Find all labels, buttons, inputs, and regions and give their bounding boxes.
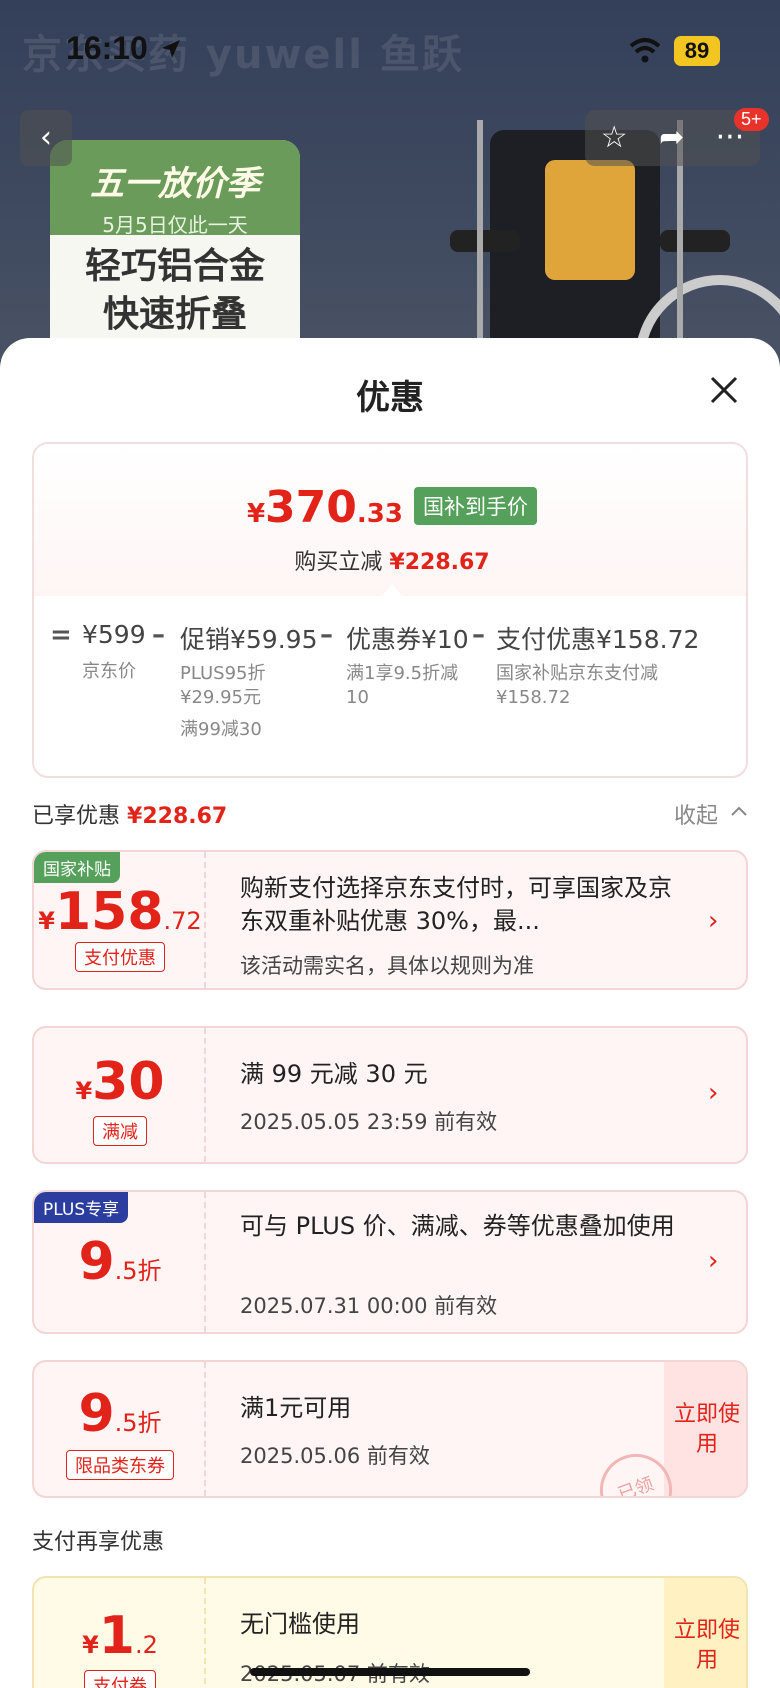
coupon-card-plus[interactable]: PLUS专享 9.5折 可与 PLUS 价、满减、券等优惠叠加使用 2025.0… <box>32 1190 748 1334</box>
breakdown-promotion: 促销¥59.95 <box>180 625 318 654</box>
coupon-amount: ¥1.2 <box>82 1606 158 1666</box>
discount-sheet: 优惠 ¥370.33 国补到手价 购买立减 ¥228.67 = ¥599 京东价… <box>0 338 780 1688</box>
product-banner: 京东买药 yuwell 鱼跃 五一放价季 5月5日仅此一天 轻巧铝合金 快速折叠… <box>0 0 780 360</box>
final-price: ¥370.33 国补到手价 <box>34 482 746 533</box>
coupon-validity: 2025.07.31 00:00 前有效 <box>240 1294 498 1318</box>
use-now-button[interactable]: 立即使用 <box>664 1578 746 1688</box>
collapse-button[interactable]: 收起 <box>674 798 718 830</box>
promo-line-2: 快速折叠 <box>102 294 247 335</box>
breakdown-jd-price: ¥599 <box>82 620 146 649</box>
coupon-kind: 限品类东券 <box>66 1450 174 1480</box>
wifi-icon <box>629 38 661 63</box>
promo-subtitle: 5月5日仅此一天 <box>102 213 248 237</box>
chevron-right-icon[interactable]: › <box>708 906 718 936</box>
coupon-description: 满 99 元减 30 元 <box>240 1060 428 1088</box>
chevron-right-icon[interactable]: › <box>708 1246 718 1276</box>
use-now-button[interactable]: 立即使用 <box>664 1362 746 1496</box>
home-indicator <box>250 1668 530 1676</box>
corner-tag: PLUS专享 <box>34 1192 129 1223</box>
coupon-card-category[interactable]: 9.5折 限品类东券 满1元可用 2025.05.06 前有效 立即使用 已领 <box>32 1360 748 1498</box>
coupon-validity: 2025.05.06 前有效 <box>240 1444 430 1468</box>
coupon-amount: 9.5折 <box>78 1232 162 1292</box>
share-icon[interactable]: ➦ <box>659 110 684 166</box>
coupon-card-payment[interactable]: 国家补贴 ¥158.72 支付优惠 购新支付选择京东支付时，可享国家及京东双重补… <box>32 850 748 990</box>
coupon-description: 无门槛使用 <box>240 1610 360 1638</box>
coupon-card-full-reduction[interactable]: ¥30 满减 满 99 元减 30 元 2025.05.05 23:59 前有效… <box>32 1026 748 1164</box>
star-icon[interactable]: ☆ <box>601 110 628 166</box>
location-arrow-icon <box>162 40 180 58</box>
coupon-kind: 支付优惠 <box>75 942 165 972</box>
coupon-description: 满1元可用 <box>240 1394 352 1422</box>
chevron-left-icon: ‹ <box>40 120 52 155</box>
chevron-right-icon[interactable]: › <box>708 1078 718 1108</box>
coupon-kind: 支付券 <box>84 1670 156 1688</box>
back-button[interactable]: ‹ <box>20 110 72 166</box>
breakdown-coupon: 优惠券¥10 <box>346 625 469 654</box>
battery-indicator: 89 <box>674 36 720 66</box>
corner-tag: 国家补贴 <box>34 852 120 883</box>
subsidy-price-tag: 国补到手价 <box>414 487 538 525</box>
coupon-amount: ¥158.72 <box>38 882 202 942</box>
promo-line-1: 轻巧铝合金 <box>84 246 265 287</box>
coupon-description: 可与 PLUS 价、满减、券等优惠叠加使用 <box>240 1212 675 1240</box>
section-title-payment: 支付再享优惠 <box>32 1530 165 1555</box>
sheet-title: 优惠 <box>356 378 424 418</box>
enjoyed-discount: 已享优惠 ¥228.67 <box>32 804 228 829</box>
coupon-validity: 该活动需实名，具体以规则为准 <box>240 954 534 978</box>
message-badge: 5+ <box>734 108 769 131</box>
chevron-up-icon[interactable] <box>730 804 748 818</box>
coupon-kind: 满减 <box>93 1116 147 1146</box>
promo-title: 五一放价季 <box>90 164 260 204</box>
promo-card: 五一放价季 5月5日仅此一天 轻巧铝合金 快速折叠 <box>50 140 300 360</box>
coupon-amount: ¥30 <box>75 1052 165 1112</box>
status-time: 16:10 <box>66 30 148 66</box>
price-summary-card: ¥370.33 国补到手价 购买立减 ¥228.67 = ¥599 京东价 – … <box>32 442 748 778</box>
reduce-line: 购买立减 ¥228.67 <box>294 550 490 575</box>
coupon-amount: 9.5折 <box>78 1384 162 1444</box>
breakdown-payment: 支付优惠¥158.72 <box>496 625 700 654</box>
coupon-description: 购新支付选择京东支付时，可享国家及京东双重补贴优惠 30%，最... <box>240 874 672 935</box>
close-icon[interactable] <box>706 372 742 408</box>
coupon-validity: 2025.05.05 23:59 前有效 <box>240 1110 498 1134</box>
